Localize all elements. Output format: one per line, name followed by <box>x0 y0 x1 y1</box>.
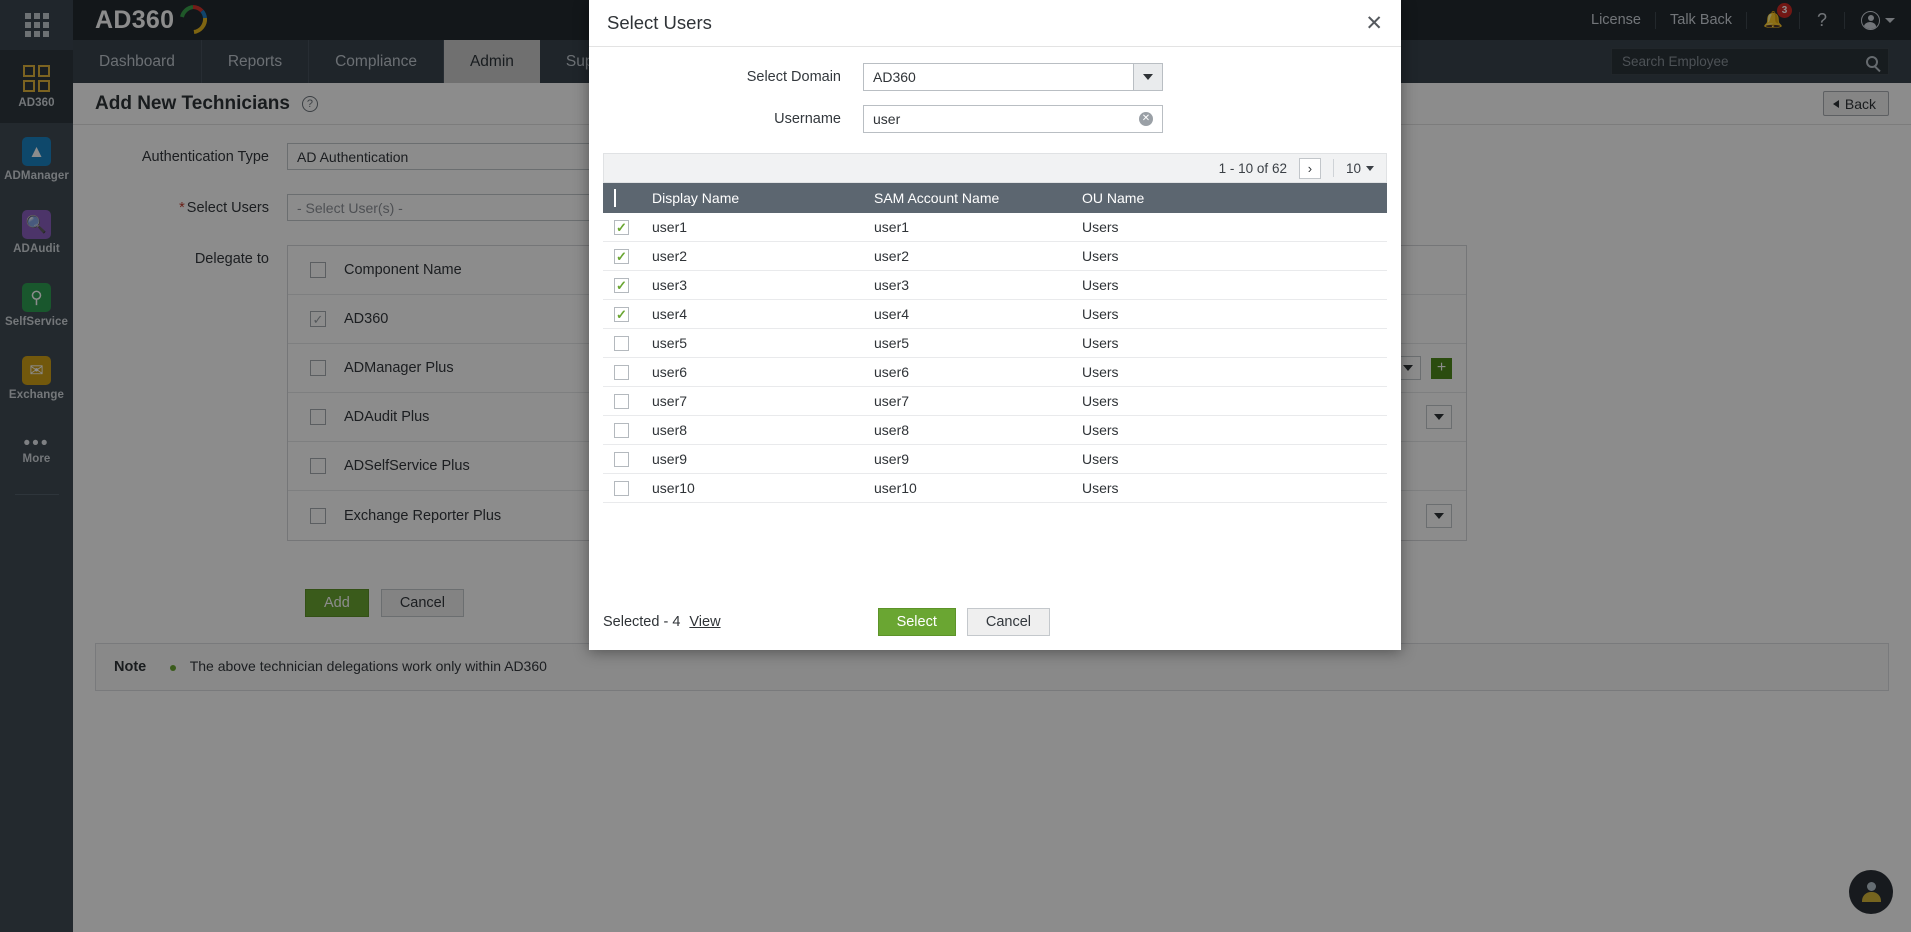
column-header-ou-name[interactable]: OU Name <box>1082 190 1387 206</box>
cell-display-name: user10 <box>652 480 695 496</box>
row-checkbox[interactable] <box>614 248 629 264</box>
cell-ou-name: Users <box>1082 364 1119 380</box>
row-checkbox[interactable] <box>614 451 629 467</box>
cell-sam-account-name: user10 <box>874 480 917 496</box>
row-checkbox-cell <box>614 219 652 235</box>
row-checkbox-cell <box>614 364 652 380</box>
select-all-cell <box>614 189 652 207</box>
row-checkbox-cell <box>614 451 652 467</box>
table-row[interactable]: user8 user8 Users <box>603 416 1387 445</box>
select-domain-label: Select Domain <box>746 69 841 85</box>
view-selected-link[interactable]: View <box>689 614 720 630</box>
dialog-title: Select Users <box>607 12 712 33</box>
row-checkbox[interactable] <box>614 335 629 351</box>
column-header-sam-account-name[interactable]: SAM Account Name <box>874 190 1082 206</box>
row-checkbox-cell <box>614 248 652 264</box>
table-row[interactable]: user5 user5 Users <box>603 329 1387 358</box>
chevron-down-icon <box>1366 165 1374 171</box>
clear-icon[interactable]: ✕ <box>1139 112 1153 126</box>
cell-display-name: user2 <box>652 248 688 264</box>
cell-ou-name: Users <box>1082 422 1119 438</box>
cell-ou-name: Users <box>1082 306 1119 322</box>
cell-display-name: user1 <box>652 219 688 235</box>
pagination-range: 1 - 10 of 62 <box>1218 160 1287 176</box>
cell-sam-account-name: user3 <box>874 277 910 293</box>
table-row[interactable]: user10 user10 Users <box>603 474 1387 503</box>
username-search-field[interactable]: ✕ <box>863 105 1163 133</box>
table-row[interactable]: user7 user7 Users <box>603 387 1387 416</box>
cell-display-name: user3 <box>652 277 688 293</box>
select-all-checkbox[interactable] <box>614 189 616 207</box>
cell-display-name: user9 <box>652 451 688 467</box>
cell-display-name: user4 <box>652 306 688 322</box>
select-button[interactable]: Select <box>877 608 956 636</box>
next-page-button[interactable]: › <box>1298 157 1321 179</box>
row-checkbox[interactable] <box>614 219 629 235</box>
dialog-cancel-button[interactable]: Cancel <box>966 608 1051 636</box>
cell-display-name: user5 <box>652 335 688 351</box>
cell-ou-name: Users <box>1082 277 1119 293</box>
row-checkbox[interactable] <box>614 422 629 438</box>
cell-ou-name: Users <box>1082 451 1119 467</box>
table-row[interactable]: user6 user6 Users <box>603 358 1387 387</box>
row-checkbox-cell <box>614 393 652 409</box>
cell-display-name: user6 <box>652 364 688 380</box>
dialog-header: Select Users ✕ <box>589 0 1401 47</box>
table-row[interactable]: user2 user2 Users <box>603 242 1387 271</box>
select-domain-dropdown[interactable] <box>863 63 1163 91</box>
dialog-buttons: Select Cancel <box>877 608 1051 636</box>
cell-sam-account-name: user4 <box>874 306 910 322</box>
dialog-footer: Selected - 4 View Select Cancel <box>589 594 1401 650</box>
row-checkbox-cell <box>614 277 652 293</box>
close-icon[interactable]: ✕ <box>1365 13 1383 34</box>
page-size-value: 10 <box>1345 160 1361 176</box>
table-row[interactable]: user3 user3 Users <box>603 271 1387 300</box>
selected-count: Selected - 4 <box>603 614 681 630</box>
cell-ou-name: Users <box>1082 248 1119 264</box>
cell-sam-account-name: user9 <box>874 451 910 467</box>
row-checkbox[interactable] <box>614 306 629 322</box>
chevron-down-icon[interactable] <box>1133 64 1162 90</box>
cell-sam-account-name: user8 <box>874 422 910 438</box>
pagination-bar: 1 - 10 of 62 › 10 <box>603 153 1387 183</box>
cell-display-name: user7 <box>652 393 688 409</box>
row-checkbox[interactable] <box>614 277 629 293</box>
row-checkbox-cell <box>614 480 652 496</box>
cell-sam-account-name: user5 <box>874 335 910 351</box>
column-header-display-name[interactable]: Display Name <box>652 190 874 206</box>
row-checkbox-cell <box>614 306 652 322</box>
username-row: Username ✕ <box>603 105 1387 133</box>
row-checkbox[interactable] <box>614 480 629 496</box>
select-domain-row: Select Domain <box>603 63 1387 91</box>
table-header-row: Display Name SAM Account Name OU Name <box>603 183 1387 213</box>
cell-sam-account-name: user2 <box>874 248 910 264</box>
row-checkbox-cell <box>614 335 652 351</box>
table-row[interactable]: user1 user1 Users <box>603 213 1387 242</box>
row-checkbox-cell <box>614 422 652 438</box>
cell-ou-name: Users <box>1082 335 1119 351</box>
username-label: Username <box>774 111 841 127</box>
pagination-divider <box>1332 159 1334 177</box>
page-size-selector[interactable]: 10 <box>1346 161 1374 176</box>
users-table: Display Name SAM Account Name OU Name us… <box>603 183 1387 503</box>
cell-sam-account-name: user6 <box>874 364 910 380</box>
table-row[interactable]: user9 user9 Users <box>603 445 1387 474</box>
table-row[interactable]: user4 user4 Users <box>603 300 1387 329</box>
cell-ou-name: Users <box>1082 219 1119 235</box>
cell-sam-account-name: user7 <box>874 393 910 409</box>
cell-ou-name: Users <box>1082 393 1119 409</box>
username-input[interactable] <box>864 106 1139 132</box>
row-checkbox[interactable] <box>614 393 629 409</box>
select-domain-input[interactable] <box>864 64 1133 90</box>
dialog-body: Select Domain Username ✕ 1 - 10 of 62 › … <box>589 47 1401 594</box>
table-body: user1user1Usersuser2user2Usersuser3user3… <box>603 213 1387 503</box>
cell-sam-account-name: user1 <box>874 219 910 235</box>
cell-display-name: user8 <box>652 422 688 438</box>
select-users-dialog: Select Users ✕ Select Domain Username ✕ … <box>589 0 1401 650</box>
cell-ou-name: Users <box>1082 480 1119 496</box>
row-checkbox[interactable] <box>614 364 629 380</box>
